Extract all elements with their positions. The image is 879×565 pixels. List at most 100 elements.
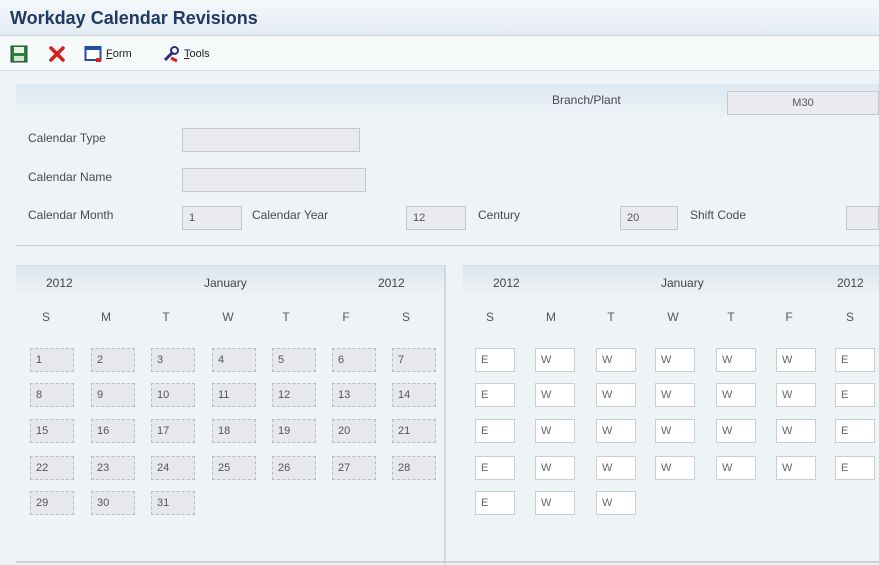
- calendar-year-field[interactable]: 12: [406, 206, 466, 230]
- calendar-day[interactable]: 16: [91, 419, 135, 443]
- weekday-header: W: [667, 310, 679, 324]
- weekday-header: S: [485, 310, 494, 324]
- calendar-day[interactable]: 20: [332, 419, 376, 443]
- workday-code-field[interactable]: W: [716, 456, 756, 480]
- workday-code-field[interactable]: E: [475, 383, 515, 407]
- form-menu[interactable]: Form: [106, 48, 132, 60]
- close-icon[interactable]: [48, 45, 66, 63]
- form-icon[interactable]: [84, 45, 102, 63]
- calendar-day[interactable]: 17: [151, 419, 195, 443]
- workday-code-field[interactable]: E: [835, 348, 875, 372]
- workday-code-field[interactable]: W: [596, 348, 636, 372]
- workday-code-field[interactable]: W: [776, 456, 816, 480]
- shift-code-field[interactable]: [846, 206, 879, 230]
- toolbar: Form Tools: [0, 37, 879, 71]
- century-field[interactable]: 20: [620, 206, 678, 230]
- calendar-month-label: Calendar Month: [28, 208, 114, 222]
- calendar-day[interactable]: 28: [392, 456, 436, 480]
- calendar-day[interactable]: 24: [151, 456, 195, 480]
- workday-code-field[interactable]: E: [475, 348, 515, 372]
- workday-code-field[interactable]: W: [596, 456, 636, 480]
- weekday-header: T: [727, 310, 735, 324]
- calendar-name-label: Calendar Name: [28, 170, 113, 184]
- calendar-type-field[interactable]: [182, 128, 360, 152]
- workday-code-field[interactable]: W: [535, 419, 575, 443]
- calendar-day[interactable]: 25: [212, 456, 256, 480]
- workday-code-field[interactable]: W: [535, 491, 575, 515]
- workday-code-field[interactable]: W: [776, 419, 816, 443]
- tools-menu[interactable]: Tools: [184, 48, 210, 60]
- workday-code-field[interactable]: W: [716, 383, 756, 407]
- calendar-day[interactable]: 9: [91, 383, 135, 407]
- workday-code-panel: 2012 January 2012 SMTWTFS EWWWWWEEWWWWWE…: [463, 265, 879, 565]
- calendar-day[interactable]: 5: [272, 348, 316, 372]
- calendar-day[interactable]: 7: [392, 348, 436, 372]
- panel-separator: [444, 265, 446, 565]
- workday-code-field[interactable]: E: [835, 419, 875, 443]
- workday-code-field[interactable]: E: [475, 491, 515, 515]
- title-bar: Workday Calendar Revisions: [0, 0, 879, 36]
- calendar-day[interactable]: 14: [392, 383, 436, 407]
- weekday-header: S: [401, 310, 410, 324]
- workday-code-field[interactable]: W: [655, 348, 695, 372]
- workday-code-field[interactable]: W: [655, 456, 695, 480]
- calendar-day[interactable]: 4: [212, 348, 256, 372]
- workday-code-field[interactable]: W: [655, 419, 695, 443]
- calendar-day[interactable]: 23: [91, 456, 135, 480]
- calendar-month-field[interactable]: 1: [182, 206, 242, 230]
- right-month: January: [661, 276, 704, 290]
- workday-code-field[interactable]: E: [835, 383, 875, 407]
- save-icon[interactable]: [10, 45, 28, 63]
- workday-code-field[interactable]: E: [475, 419, 515, 443]
- workday-code-field[interactable]: E: [835, 456, 875, 480]
- calendar-day[interactable]: 29: [30, 491, 74, 515]
- century-label: Century: [478, 208, 521, 222]
- calendar-day[interactable]: 12: [272, 383, 316, 407]
- date-calendar-header: 2012 January 2012: [16, 266, 444, 298]
- workday-code-field[interactable]: W: [716, 348, 756, 372]
- calendar-day[interactable]: 3: [151, 348, 195, 372]
- calendar-day[interactable]: 15: [30, 419, 74, 443]
- calendar-year-label: Calendar Year: [252, 208, 329, 222]
- weekday-header: W: [222, 310, 234, 324]
- calendar-day[interactable]: 27: [332, 456, 376, 480]
- calendar-day[interactable]: 19: [272, 419, 316, 443]
- weekday-header: T: [282, 310, 290, 324]
- workday-code-field[interactable]: W: [535, 348, 575, 372]
- calendar-day[interactable]: 30: [91, 491, 135, 515]
- workday-code-field[interactable]: W: [716, 419, 756, 443]
- calendar-day[interactable]: 26: [272, 456, 316, 480]
- workday-code-field[interactable]: W: [596, 419, 636, 443]
- calendar-day[interactable]: 2: [91, 348, 135, 372]
- calendar-day[interactable]: 10: [151, 383, 195, 407]
- workday-code-field[interactable]: W: [535, 383, 575, 407]
- calendar-day[interactable]: 18: [212, 419, 256, 443]
- calendar-day[interactable]: 11: [212, 383, 256, 407]
- left-year-end: 2012: [378, 276, 405, 290]
- calendar-day[interactable]: 1: [30, 348, 74, 372]
- workday-code-field[interactable]: W: [776, 383, 816, 407]
- calendar-day[interactable]: 6: [332, 348, 376, 372]
- weekday-header: F: [785, 310, 793, 324]
- weekday-header: T: [607, 310, 615, 324]
- workday-code-field[interactable]: W: [655, 383, 695, 407]
- shift-code-label: Shift Code: [690, 208, 747, 222]
- tools-icon[interactable]: [162, 45, 180, 63]
- workday-code-field[interactable]: W: [596, 383, 636, 407]
- calendar-day[interactable]: 13: [332, 383, 376, 407]
- right-year-end: 2012: [837, 276, 864, 290]
- branch-plant-field[interactable]: M30: [727, 91, 879, 115]
- calendar-name-field[interactable]: [182, 168, 366, 192]
- branch-plant-label: Branch/Plant: [552, 93, 621, 107]
- weekday-header: T: [162, 310, 170, 324]
- weekday-header: S: [845, 310, 854, 324]
- calendar-day[interactable]: 21: [392, 419, 436, 443]
- workday-calendar-header: 2012 January 2012: [463, 266, 879, 298]
- workday-code-field[interactable]: E: [475, 456, 515, 480]
- workday-code-field[interactable]: W: [776, 348, 816, 372]
- workday-code-field[interactable]: W: [535, 456, 575, 480]
- calendar-day[interactable]: 31: [151, 491, 195, 515]
- workday-code-field[interactable]: W: [596, 491, 636, 515]
- calendar-day[interactable]: 22: [30, 456, 74, 480]
- calendar-day[interactable]: 8: [30, 383, 74, 407]
